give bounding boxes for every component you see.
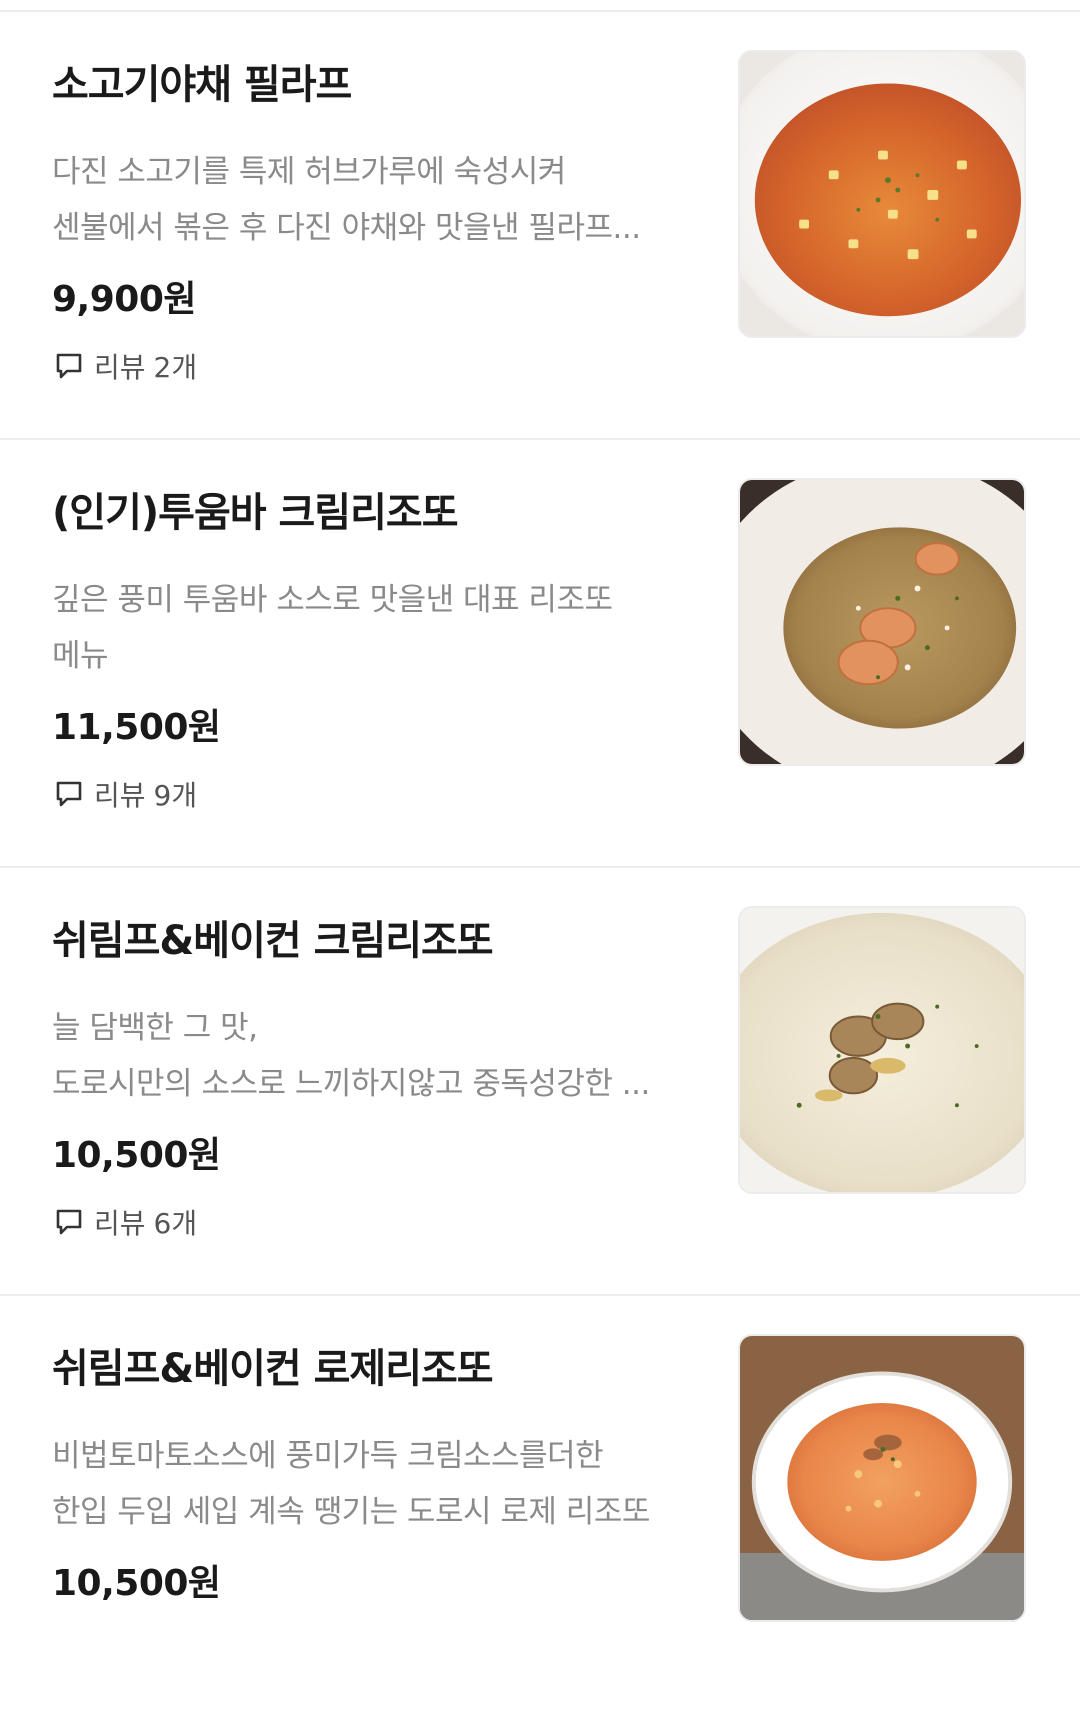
menu-item-description: 깊은 풍미 투움바 소스로 맛을낸 대표 리조또 메뉴 xyxy=(52,572,712,684)
description-line: 센불에서 볶은 후 다진 야채와 맛을낸 필라프... xyxy=(52,210,641,246)
top-divider xyxy=(0,0,1080,12)
menu-item-name: 쉬림프&베이컨 크림리조또 xyxy=(52,918,494,964)
shrimp-bacon-rose-risotto-photo[interactable] xyxy=(738,1334,1026,1622)
toowoomba-risotto-photo[interactable] xyxy=(738,478,1026,766)
menu-item-description: 다진 소고기를 특제 허브가루에 숙성시켜 센불에서 볶은 후 다진 야채와 맛… xyxy=(52,144,712,256)
review-label: 리뷰 xyxy=(94,351,146,384)
comment-icon xyxy=(54,779,84,809)
comment-icon xyxy=(54,351,84,381)
menu-item-price: 10,500원 xyxy=(52,1135,221,1176)
menu-item[interactable]: 쉬림프&베이컨 로제리조또 비법토마토소스에 풍미가득 크림소스를더한 한입 두… xyxy=(0,1296,1080,1724)
description-line: 한입 두입 세입 계속 땡기는 도로시 로제 리조또 xyxy=(52,1494,650,1530)
menu-item-price: 11,500원 xyxy=(52,707,221,748)
review-count[interactable]: 리뷰 9개 xyxy=(54,774,197,814)
review-label: 리뷰 xyxy=(94,1207,146,1240)
review-count[interactable]: 리뷰 2개 xyxy=(54,346,197,386)
menu-list: 소고기야채 필라프 다진 소고기를 특제 허브가루에 숙성시켜 센불에서 볶은 … xyxy=(0,12,1080,1724)
beef-vegetable-pilaf-photo[interactable] xyxy=(738,50,1026,338)
menu-item-price: 9,900원 xyxy=(52,279,197,320)
description-line: 메뉴 xyxy=(52,638,109,674)
review-count-value: 2개 xyxy=(153,351,198,384)
menu-item[interactable]: (인기)투움바 크림리조또 깊은 풍미 투움바 소스로 맛을낸 대표 리조또 메… xyxy=(0,440,1080,868)
menu-item-description: 늘 담백한 그 맛, 도로시만의 소스로 느끼하지않고 중독성강한 ... xyxy=(52,1000,712,1112)
review-count-value: 6개 xyxy=(153,1207,198,1240)
review-label: 리뷰 xyxy=(94,779,146,812)
description-line: 비법토마토소스에 풍미가득 크림소스를더한 xyxy=(52,1438,604,1474)
menu-item[interactable]: 소고기야채 필라프 다진 소고기를 특제 허브가루에 숙성시켜 센불에서 볶은 … xyxy=(0,12,1080,440)
description-line: 다진 소고기를 특제 허브가루에 숙성시켜 xyxy=(52,154,566,190)
shrimp-bacon-cream-risotto-photo[interactable] xyxy=(738,906,1026,1194)
menu-item[interactable]: 쉬림프&베이컨 크림리조또 늘 담백한 그 맛, 도로시만의 소스로 느끼하지않… xyxy=(0,868,1080,1296)
comment-icon xyxy=(54,1207,84,1237)
description-line: 깊은 풍미 투움바 소스로 맛을낸 대표 리조또 xyxy=(52,582,613,618)
description-line: 늘 담백한 그 맛, xyxy=(52,1010,258,1046)
description-line: 도로시만의 소스로 느끼하지않고 중독성강한 ... xyxy=(52,1066,650,1102)
menu-item-name: 소고기야채 필라프 xyxy=(52,62,352,108)
menu-item-name: (인기)투움바 크림리조또 xyxy=(52,490,459,536)
menu-item-description: 비법토마토소스에 풍미가득 크림소스를더한 한입 두입 세입 계속 땡기는 도로… xyxy=(52,1428,712,1540)
review-count[interactable]: 리뷰 6개 xyxy=(54,1202,197,1242)
review-count-value: 9개 xyxy=(153,779,198,812)
menu-item-name: 쉬림프&베이컨 로제리조또 xyxy=(52,1346,494,1392)
menu-item-price: 10,500원 xyxy=(52,1563,221,1604)
